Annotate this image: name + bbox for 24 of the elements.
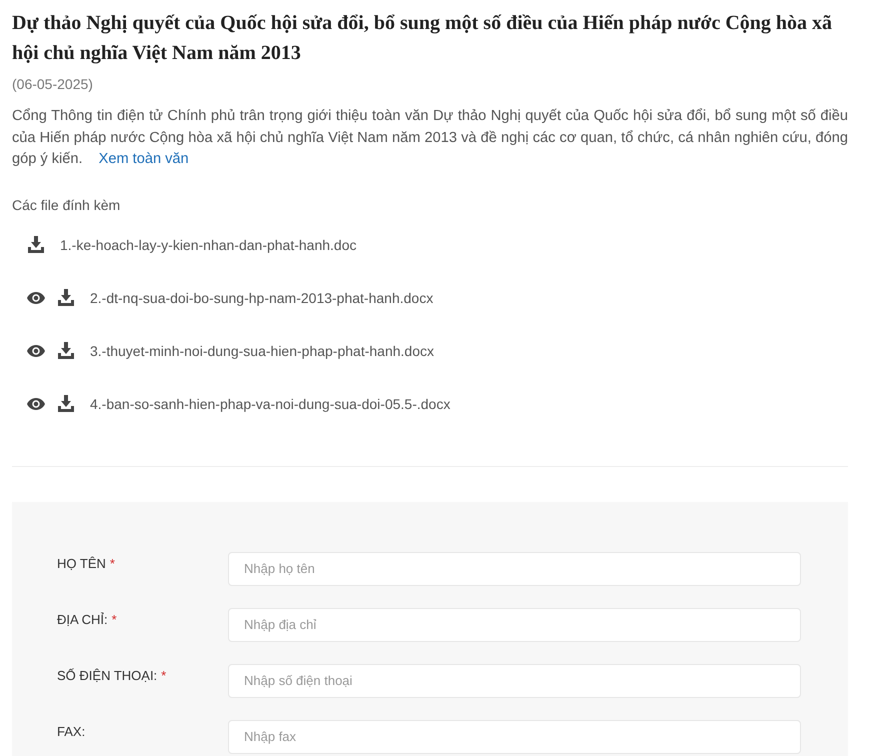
field-label: HỌ TÊN * xyxy=(57,554,116,570)
read-more-link[interactable]: Xem toàn văn xyxy=(98,151,189,167)
download-icon[interactable] xyxy=(58,395,74,412)
download-icon[interactable] xyxy=(58,289,74,306)
eye-icon[interactable] xyxy=(27,344,45,356)
input-field[interactable]: Nhập fax xyxy=(228,720,801,754)
file-link[interactable]: 3.-thuyet-minh-noi-dung-sua-hien-phap-phat-hanh.docx xyxy=(90,342,434,358)
file-link[interactable]: 1.-ke-hoach-lay-y-kien-nhan-dan-phat-hanh.doc xyxy=(60,236,357,252)
field-label: ĐỊA CHỈ: * xyxy=(57,610,118,626)
field-label: SỐ ĐIỆN THOẠI: * xyxy=(57,666,168,682)
file-link[interactable]: 2.-dt-nq-sua-doi-bo-sung-hp-nam-2013-phat-hanh.docx xyxy=(90,290,434,306)
attachments-heading: Các file đính kèm xyxy=(12,196,122,212)
intro-paragraph: Cổng Thông tin điện tử Chính phủ trân trọng giới thiệu toàn văn Dự thảo Nghị quyết của Quốc hội sửa đổi, bổ sung một số điều của Hiến pháp nước Cộng hòa xã hội chủ nghĩa Việt Nam năm 2013 và đề nghị các cơ quan, tổ chức, cá nhân nghiên cứu, đóng góp ý kiến. Xem toàn văn xyxy=(12,107,848,169)
file-link[interactable]: 4.-ban-so-sanh-hien-phap-va-noi-dung-sua-doi-05.5-.docx xyxy=(90,396,450,412)
download-icon[interactable] xyxy=(28,236,44,253)
article-title: Dự thảo Nghị quyết của Quốc hội sửa đổi, bổ sung một số điều của Hiến pháp nước Cộng hòa xã hội chủ nghĩa Việt Nam năm 2013 xyxy=(12,11,834,66)
eye-icon[interactable] xyxy=(27,292,45,304)
publish-date: (06-05-2025) xyxy=(12,76,94,92)
download-icon[interactable] xyxy=(58,342,74,359)
eye-icon[interactable] xyxy=(27,398,45,410)
input-field[interactable]: Nhập địa chỉ xyxy=(228,608,801,642)
input-field[interactable]: Nhập họ tên xyxy=(228,552,801,586)
field-label: FAX: xyxy=(57,722,86,738)
input-field[interactable]: Nhập số điện thoại xyxy=(228,664,801,698)
